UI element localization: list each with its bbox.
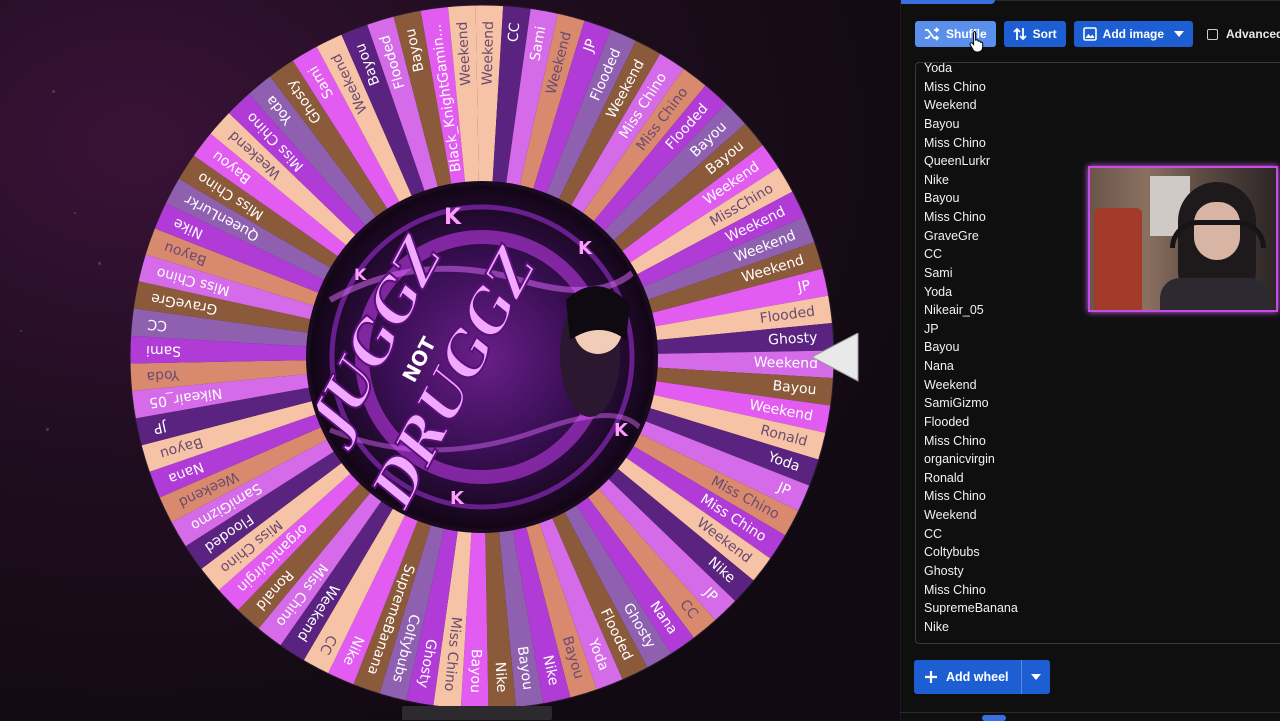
entry-item: Flooded bbox=[924, 414, 970, 429]
shuffle-icon bbox=[925, 27, 940, 41]
entries-panel: Shuffle Sort Add image Advanced YodaMis bbox=[900, 0, 1280, 720]
entry-item: Miss Chino bbox=[924, 135, 986, 150]
chevron-down-icon bbox=[1030, 674, 1041, 680]
spinning-wheel[interactable]: Weekend CC SamiWeekend JPFloodedWeekendMiss… bbox=[0, 0, 900, 720]
hand-cursor-icon bbox=[969, 31, 984, 52]
logo-badge: K bbox=[354, 265, 367, 284]
entry-item: SamiGizmo bbox=[924, 396, 989, 411]
entry-item: CC bbox=[924, 247, 943, 262]
sort-button[interactable]: Sort bbox=[1003, 21, 1066, 47]
wheel-slice-label: Yoda bbox=[146, 366, 181, 384]
entry-item: Ghosty bbox=[924, 563, 964, 578]
entry-item: Sami bbox=[924, 265, 953, 280]
entry-item: Ronald bbox=[924, 470, 964, 485]
entry-item: Weekend bbox=[924, 508, 977, 522]
webcam-overlay bbox=[1088, 166, 1278, 312]
panel-tab-indicator bbox=[901, 0, 1280, 4]
entry-item: organicvirgin bbox=[924, 452, 995, 467]
horizontal-scrollbar[interactable] bbox=[402, 706, 552, 720]
entry-item: Bayou bbox=[924, 191, 960, 206]
wheel-slice-label: CC bbox=[505, 22, 523, 43]
entry-item: Yoda bbox=[924, 284, 953, 299]
checkbox-box[interactable] bbox=[1207, 28, 1219, 40]
entry-item: Yoda bbox=[924, 62, 953, 75]
add-wheel-button[interactable]: Add wheel bbox=[914, 660, 1021, 694]
logo-badge: K bbox=[444, 205, 462, 230]
entries-list: Yoda Miss Chino Weekend Bayou Miss Chino Quee… bbox=[924, 62, 1018, 636]
entry-item: Nikeair_05 bbox=[924, 303, 984, 318]
wheel-slice-label: Sami bbox=[146, 342, 181, 359]
add-image-label: Add image bbox=[1102, 27, 1165, 41]
logo-badge: K bbox=[578, 238, 593, 259]
wheel-area: Weekend CC Sami Weekend JP Flooded Weekend Miss… bbox=[0, 0, 900, 720]
entry-item: Miss Chino bbox=[924, 210, 986, 224]
entries-textbox[interactable]: Yoda Miss Chino Weekend Bayou Miss Chino Quee… bbox=[915, 62, 1280, 644]
entry-item: Miss Chino bbox=[924, 582, 986, 597]
wheel-slice-label: Weekend bbox=[754, 355, 819, 372]
entry-item: Nike bbox=[924, 172, 950, 187]
wheel-slice-label: Ghosty bbox=[768, 330, 818, 349]
entry-item: Nana bbox=[924, 359, 954, 373]
wheel-slice-label: Nike bbox=[492, 661, 510, 692]
headset-icon bbox=[1170, 220, 1266, 248]
entry-item: Coltybubs bbox=[924, 545, 980, 560]
wheel-slice-label: Bayou bbox=[467, 649, 484, 693]
entry-item: Nike bbox=[924, 619, 950, 634]
sort-label: Sort bbox=[1032, 27, 1057, 41]
add-wheel-dropdown-button[interactable] bbox=[1022, 660, 1050, 694]
wheel-slice-label: Weekend bbox=[480, 21, 497, 86]
logo-badge: K bbox=[450, 488, 465, 509]
sort-icon bbox=[1013, 27, 1027, 41]
add-wheel-button-group: Add wheel bbox=[914, 660, 1050, 694]
advanced-checkbox[interactable]: Advanced bbox=[1207, 27, 1280, 41]
entry-item: Weekend bbox=[924, 98, 977, 113]
plus-icon bbox=[925, 671, 937, 683]
entry-item: Bayou bbox=[924, 116, 960, 131]
add-wheel-label: Add wheel bbox=[946, 670, 1009, 684]
entry-item: Weekend bbox=[924, 377, 977, 392]
triangle-pointer-icon bbox=[812, 333, 859, 382]
add-image-button[interactable]: Add image bbox=[1073, 21, 1194, 47]
entry-item: JP bbox=[924, 321, 939, 336]
chevron-down-icon bbox=[1174, 31, 1185, 37]
wheel-slice-label: CC bbox=[147, 316, 168, 334]
panel-bottom-divider bbox=[900, 712, 1280, 713]
entry-item: CC bbox=[924, 526, 943, 541]
entry-item: QueenLurkr bbox=[924, 154, 991, 169]
entry-item: SupremeBanana bbox=[924, 601, 1018, 616]
entry-item: Bayou bbox=[924, 340, 960, 355]
entry-item: Miss Chino bbox=[924, 79, 986, 94]
streamer-video bbox=[1160, 182, 1270, 310]
image-icon bbox=[1082, 27, 1097, 41]
entry-item: Miss Chino bbox=[924, 433, 986, 448]
logo-badge: K bbox=[614, 420, 629, 441]
entry-item: Miss Chino bbox=[924, 489, 986, 504]
advanced-label: Advanced bbox=[1226, 27, 1280, 41]
entry-item: GraveGre bbox=[924, 228, 979, 243]
panel-tab-indicator bbox=[982, 715, 1006, 721]
